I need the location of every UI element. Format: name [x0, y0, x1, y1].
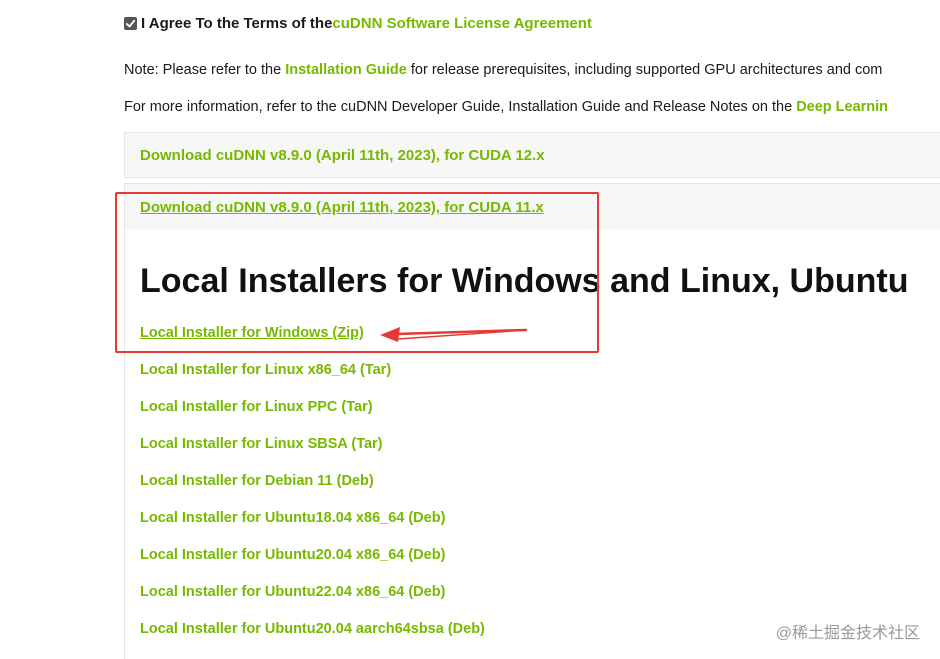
installer-windows-zip-link[interactable]: Local Installer for Windows (Zip): [140, 325, 364, 341]
agree-checkbox[interactable]: [124, 16, 137, 30]
installer-ubuntu2004-aarch64-deb-link[interactable]: Local Installer for Ubuntu20.04 aarch64s…: [140, 621, 485, 637]
section-title: Local Installers for Windows and Linux, …: [140, 262, 909, 300]
installation-guide-link[interactable]: Installation Guide: [285, 62, 407, 78]
agreement-text: I Agree To the Terms of the: [141, 14, 333, 32]
installer-linux-sbsa-tar-link[interactable]: Local Installer for Linux SBSA (Tar): [140, 436, 383, 452]
cudnn-download-page: I Agree To the Terms of the cuDNN Softwa…: [0, 0, 940, 659]
info-line: For more information, refer to the cuDNN…: [124, 99, 888, 115]
installer-debian11-deb-link[interactable]: Local Installer for Debian 11 (Deb): [140, 473, 374, 489]
download-cuda11-link[interactable]: Download cuDNN v8.9.0 (April 11th, 2023)…: [140, 199, 544, 216]
note-line: Note: Please refer to the Installation G…: [124, 62, 882, 78]
download-cuda12-link[interactable]: Download cuDNN v8.9.0 (April 11th, 2023)…: [140, 147, 545, 164]
note-prefix: Note: Please refer to the: [124, 62, 286, 78]
download-panel-cuda11: Download cuDNN v8.9.0 (April 11th, 2023)…: [124, 183, 940, 229]
installer-linux-ppc-tar-link[interactable]: Local Installer for Linux PPC (Tar): [140, 399, 373, 415]
deep-learning-docs-link[interactable]: Deep Learnin: [796, 99, 888, 115]
license-agreement-row: I Agree To the Terms of the cuDNN Softwa…: [124, 12, 592, 34]
installer-ubuntu2004-deb-link[interactable]: Local Installer for Ubuntu20.04 x86_64 (…: [140, 547, 445, 563]
note-suffix: for release prerequisites, including sup…: [406, 62, 883, 78]
installer-linux-x86-tar-link[interactable]: Local Installer for Linux x86_64 (Tar): [140, 362, 391, 378]
info-prefix: For more information, refer to the cuDNN…: [124, 99, 797, 115]
download-panel-cuda12: Download cuDNN v8.9.0 (April 11th, 2023)…: [124, 132, 940, 178]
watermark: @稀土掘金技术社区: [775, 625, 920, 642]
installer-ubuntu2204-deb-link[interactable]: Local Installer for Ubuntu22.04 x86_64 (…: [140, 584, 445, 600]
checkmark-icon: [125, 19, 136, 27]
installer-ubuntu1804-deb-link[interactable]: Local Installer for Ubuntu18.04 x86_64 (…: [140, 510, 445, 526]
license-agreement-link[interactable]: cuDNN Software License Agreement: [332, 15, 592, 32]
